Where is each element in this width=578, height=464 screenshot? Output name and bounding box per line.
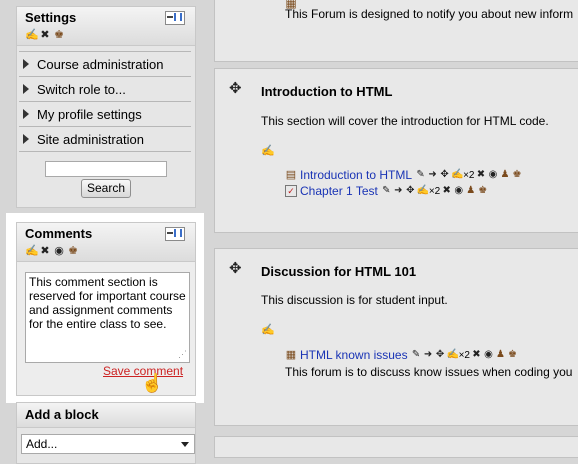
expand-arrow-icon — [23, 84, 29, 94]
activity-link[interactable]: HTML known issues — [300, 348, 408, 362]
pencil-icon[interactable]: ✎ — [381, 185, 392, 197]
settings-block: Settings ✍ ✖ ♚ Course administration Swi… — [16, 6, 196, 208]
resize-handle-icon[interactable]: ⋰ — [178, 347, 187, 361]
settings-item-site-administration[interactable]: Site administration — [19, 126, 191, 152]
settings-block-header: Settings ✍ ✖ ♚ — [17, 7, 195, 46]
group-mode-label[interactable]: ×2 — [463, 170, 474, 181]
menu-item-label: Course administration — [37, 56, 164, 72]
settings-search-input[interactable] — [45, 161, 167, 177]
settings-edit-icons: ✍ ✖ ♚ — [25, 29, 65, 41]
assign-roles-icon[interactable]: ♚ — [67, 245, 79, 257]
activity-link[interactable]: Chapter 1 Test — [300, 184, 378, 198]
section-bottom — [214, 436, 578, 458]
edit-icon[interactable]: ✍ — [417, 185, 429, 197]
group-mode-label[interactable]: ×2 — [429, 186, 440, 197]
section-discussion-html-101: ✥ Discussion for HTML 101 This discussio… — [214, 248, 578, 426]
indent-arrow-icon[interactable]: ➜ — [427, 169, 438, 181]
edit-icon[interactable]: ✍ — [451, 169, 463, 181]
edit-icon[interactable]: ✍ — [447, 349, 459, 361]
forum-description: This forum is to discuss know issues whe… — [285, 365, 573, 379]
chevron-down-icon — [181, 441, 189, 447]
activity-row: ✓ Chapter 1 Test ✎ ➜ ✥ ✍ ×2 ✖ ◉ ♟ ♚ — [285, 184, 488, 198]
comments-block-header: Comments ✍ ✖ ◉ ♚ — [17, 223, 195, 262]
move-section-icon[interactable]: ✥ — [229, 259, 242, 277]
visibility-eye-icon[interactable]: ◉ — [483, 349, 494, 361]
group-mode-label[interactable]: ×2 — [459, 350, 470, 361]
add-block-block: Add a block Add... — [16, 402, 196, 464]
section-description: This section will cover the introduction… — [261, 114, 549, 128]
move-icon[interactable]: ✥ — [405, 185, 416, 197]
add-block-select-value: Add... — [26, 437, 58, 451]
visibility-eye-icon[interactable]: ◉ — [487, 169, 498, 181]
edit-icon[interactable]: ✍ — [25, 29, 39, 41]
settings-item-course-administration[interactable]: Course administration — [19, 51, 191, 76]
add-block-title: Add a block — [25, 407, 99, 422]
assign-roles-icon[interactable]: ♟ — [465, 185, 476, 197]
edit-summary-icon[interactable]: ✍ — [261, 324, 275, 336]
indent-arrow-icon[interactable]: ➜ — [423, 349, 434, 361]
edit-summary-icon[interactable]: ✍ — [261, 145, 275, 157]
comment-text: This comment section is reserved for imp… — [29, 275, 186, 331]
section-top: ▦ This Forum is designed to notify you a… — [214, 0, 578, 62]
menu-item-label: Site administration — [37, 131, 144, 147]
expand-arrow-icon — [23, 134, 29, 144]
pencil-icon[interactable]: ✎ — [415, 169, 426, 181]
hand-cursor-icon: ☝ — [141, 373, 164, 393]
comments-title: Comments — [25, 226, 93, 241]
settings-title: Settings — [25, 10, 77, 25]
activity-row: ▤ Introduction to HTML ✎ ➜ ✥ ✍ ×2 ✖ ◉ ♟ … — [285, 168, 522, 182]
delete-icon[interactable]: ✖ — [39, 245, 51, 257]
expand-arrow-icon — [23, 59, 29, 69]
visibility-eye-icon[interactable]: ◉ — [453, 185, 464, 197]
comments-block: Comments ✍ ✖ ◉ ♚ This comment section is… — [16, 222, 196, 396]
menu-item-label: Switch role to... — [37, 81, 126, 97]
move-icon[interactable]: ✥ — [435, 349, 446, 361]
comments-edit-icons: ✍ ✖ ◉ ♚ — [25, 245, 79, 257]
edit-icon[interactable]: ✍ — [25, 245, 39, 257]
assign-roles-icon[interactable]: ♟ — [499, 169, 510, 181]
delete-icon[interactable]: ✖ — [475, 169, 486, 181]
top-section-description: This Forum is designed to notify you abo… — [285, 7, 574, 21]
search-button[interactable]: Search — [81, 179, 131, 198]
assign-roles-icon[interactable]: ♟ — [495, 349, 506, 361]
quiz-checkbox-icon: ✓ — [285, 185, 297, 197]
activity-edit-icons: ✎ ➜ ✥ ✍ ×2 ✖ ◉ ♟ ♚ — [411, 349, 518, 361]
move-icon[interactable]: ✥ — [439, 169, 450, 181]
dock-block-icon[interactable] — [165, 227, 185, 241]
delete-icon[interactable]: ✖ — [441, 185, 452, 197]
activity-row: ▦ HTML known issues ✎ ➜ ✥ ✍ ×2 ✖ ◉ ♟ ♚ — [285, 348, 518, 362]
pencil-icon[interactable]: ✎ — [411, 349, 422, 361]
section-title: Discussion for HTML 101 — [261, 264, 417, 279]
activity-edit-icons: ✎ ➜ ✥ ✍ ×2 ✖ ◉ ♟ ♚ — [415, 169, 522, 181]
expand-arrow-icon — [23, 109, 29, 119]
assign-roles-group-icon[interactable]: ♚ — [507, 349, 518, 361]
visibility-eye-icon[interactable]: ◉ — [53, 245, 65, 257]
move-section-icon[interactable]: ✥ — [229, 79, 242, 97]
activity-link[interactable]: Introduction to HTML — [300, 168, 412, 182]
dock-block-icon[interactable] — [165, 11, 185, 25]
activity-edit-icons: ✎ ➜ ✥ ✍ ×2 ✖ ◉ ♟ ♚ — [381, 185, 488, 197]
menu-item-label: My profile settings — [37, 106, 142, 122]
section-introduction-to-html: ✥ Introduction to HTML This section will… — [214, 68, 578, 233]
add-block-select[interactable]: Add... — [21, 434, 195, 454]
section-title: Introduction to HTML — [261, 84, 393, 99]
assign-roles-group-icon[interactable]: ♚ — [477, 185, 488, 197]
assign-roles-icon[interactable]: ♚ — [53, 29, 65, 41]
settings-item-my-profile-settings[interactable]: My profile settings — [19, 101, 191, 126]
delete-icon[interactable]: ✖ — [39, 29, 51, 41]
delete-icon[interactable]: ✖ — [471, 349, 482, 361]
settings-item-switch-role[interactable]: Switch role to... — [19, 76, 191, 101]
assign-roles-group-icon[interactable]: ♚ — [511, 169, 522, 181]
indent-arrow-icon[interactable]: ➜ — [393, 185, 404, 197]
forum-icon: ▦ — [285, 349, 297, 361]
section-description: This discussion is for student input. — [261, 293, 448, 307]
comment-textarea[interactable]: This comment section is reserved for imp… — [25, 272, 190, 363]
add-block-header: Add a block — [17, 403, 195, 428]
resource-page-icon: ▤ — [285, 169, 297, 181]
